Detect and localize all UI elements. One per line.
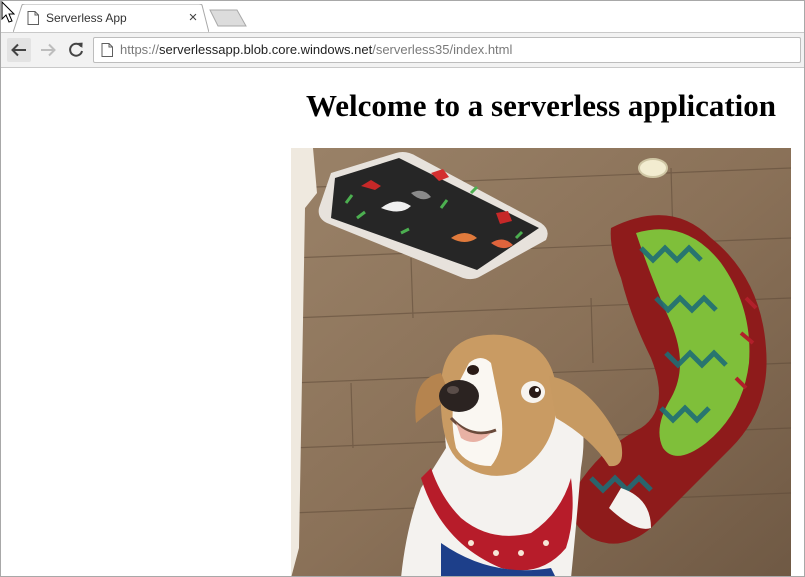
page-icon (27, 11, 39, 25)
reload-icon (69, 42, 83, 57)
url-host: serverlessapp.blob.core.windows.net (159, 42, 373, 57)
browser-window: Serverless App × https://serverlessapp.b… (0, 0, 805, 577)
forward-button[interactable] (36, 38, 60, 62)
tab-serverless-app[interactable]: Serverless App × (13, 4, 209, 33)
back-button[interactable] (7, 38, 31, 62)
page-icon (101, 43, 113, 57)
address-bar[interactable]: https://serverlessapp.blob.core.windows.… (93, 37, 801, 63)
tab-title: Serverless App (46, 11, 127, 25)
reload-button[interactable] (64, 38, 88, 62)
url-scheme: https:// (120, 42, 160, 57)
page-heading: Welcome to a serverless application (305, 88, 777, 123)
url-text: https://serverlessapp.blob.core.windows.… (120, 42, 512, 57)
browser-toolbar: https://serverlessapp.blob.core.windows.… (1, 32, 804, 68)
tab-strip: Serverless App × (1, 1, 804, 33)
arrow-right-icon (41, 43, 56, 57)
arrow-left-icon (11, 43, 26, 57)
close-tab-icon[interactable]: × (185, 10, 201, 26)
dog-photo (291, 148, 791, 576)
mouse-pointer-icon (1, 1, 15, 23)
dog-photo-illustration (291, 148, 791, 576)
new-tab-icon[interactable] (209, 9, 247, 27)
url-path: /serverless35/index.html (372, 42, 513, 57)
page-content: Welcome to a serverless application (1, 68, 804, 576)
